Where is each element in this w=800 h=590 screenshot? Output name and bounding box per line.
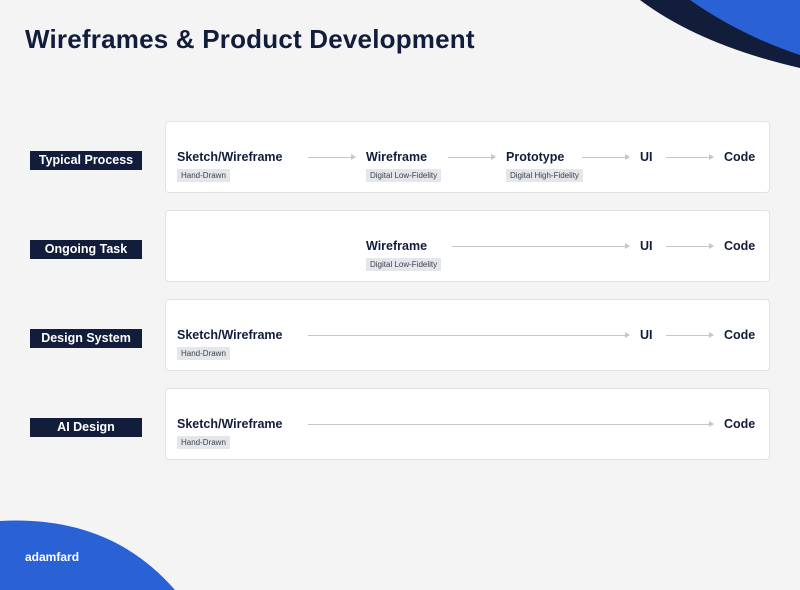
node-ui: UI (640, 239, 653, 253)
node-title: Wireframe (366, 150, 428, 164)
decorative-shapes (0, 0, 800, 590)
process-card-typical: Sketch/Wireframe Hand-Drawn Wireframe Digi… (165, 121, 770, 193)
page-title: Wireframes & Product Development (25, 24, 475, 54)
node-prototype: Prototype Digital High-Fidelity (506, 150, 583, 183)
node-ui: UI (640, 150, 653, 164)
row-label-typical-process: Typical Process (30, 151, 142, 170)
node-title: Sketch/Wireframe (177, 150, 283, 164)
arrow-icon (666, 154, 714, 160)
arrow-icon (666, 243, 714, 249)
node-wireframe: Wireframe Digital Low-Fidelity (366, 239, 442, 272)
node-wireframe: Wireframe Digital Low-Fidelity (366, 150, 442, 183)
process-card-ongoing: Wireframe Digital Low-Fidelity UI Code (165, 210, 770, 282)
node-ui: UI (640, 328, 653, 342)
node-tag: Digital Low-Fidelity (366, 169, 442, 182)
node-title: Sketch/Wireframe (177, 328, 283, 342)
process-card-ai-design: Sketch/Wireframe Hand-Drawn Code (165, 388, 770, 460)
node-title: UI (640, 328, 653, 342)
arrow-icon (448, 154, 496, 160)
node-tag: Digital High-Fidelity (506, 169, 583, 182)
node-title: Code (724, 150, 756, 164)
node-title: UI (640, 239, 653, 253)
node-title: Wireframe (366, 239, 428, 253)
node-tag: Hand-Drawn (177, 169, 230, 182)
node-tag: Hand-Drawn (177, 436, 230, 449)
node-sketch-wireframe: Sketch/Wireframe Hand-Drawn (177, 417, 283, 450)
arrow-icon (582, 154, 630, 160)
node-title: Code (724, 239, 756, 253)
node-sketch-wireframe: Sketch/Wireframe Hand-Drawn (177, 150, 283, 183)
arrow-icon (666, 332, 714, 338)
process-card-design-system: Sketch/Wireframe Hand-Drawn UI Code (165, 299, 770, 371)
arrow-icon (452, 243, 630, 249)
arrow-icon (308, 332, 630, 338)
node-tag: Digital Low-Fidelity (366, 258, 442, 271)
brand-logo: adamfard (25, 550, 80, 564)
node-title: Prototype (506, 150, 565, 164)
node-title: UI (640, 150, 653, 164)
node-code: Code (724, 328, 755, 342)
node-sketch-wireframe: Sketch/Wireframe Hand-Drawn (177, 328, 283, 361)
node-tag: Hand-Drawn (177, 347, 230, 360)
node-title: Sketch/Wireframe (177, 417, 283, 431)
arrow-icon (308, 154, 356, 160)
row-label-ai-design: AI Design (30, 418, 142, 437)
node-code: Code (724, 239, 755, 253)
row-label-ongoing-task: Ongoing Task (30, 240, 142, 259)
node-code: Code (724, 150, 755, 164)
row-label-design-system: Design System (30, 329, 142, 348)
node-code: Code (724, 417, 755, 431)
node-title: Code (724, 328, 756, 342)
arrow-icon (308, 421, 714, 427)
node-title: Code (724, 417, 756, 431)
